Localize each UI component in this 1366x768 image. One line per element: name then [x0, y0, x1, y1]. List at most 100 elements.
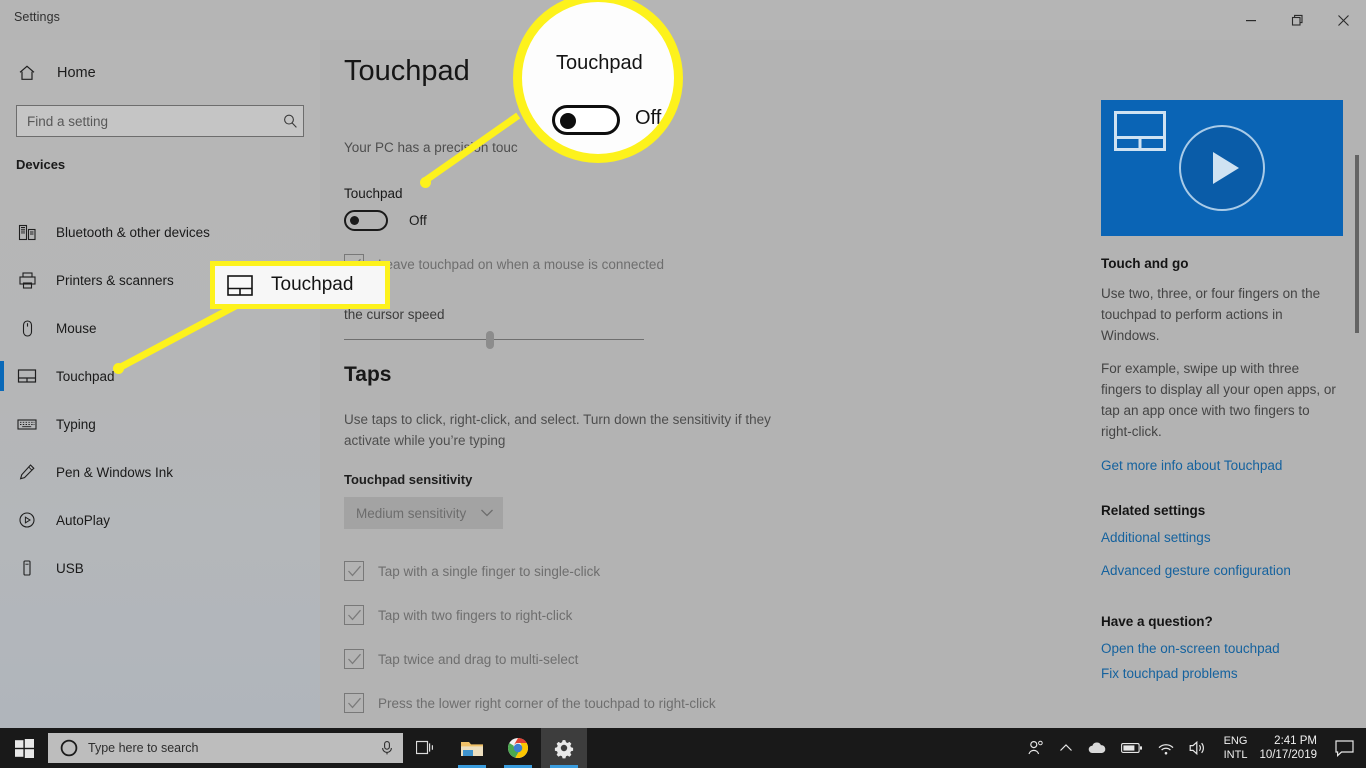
sidebar-item-home[interactable]: Home: [16, 60, 96, 86]
slider-thumb[interactable]: [486, 331, 494, 349]
sidebar-item-pen-windows-ink[interactable]: Pen & Windows Ink: [0, 448, 320, 496]
printer-icon: [16, 269, 38, 291]
sidebar-item-label: Bluetooth & other devices: [56, 225, 210, 240]
taskbar-app-chrome[interactable]: [495, 728, 541, 768]
checkbox[interactable]: [344, 561, 364, 581]
press-lower-right-checkbox-row[interactable]: Press the lower right corner of the touc…: [344, 693, 716, 713]
action-center-icon[interactable]: [1329, 728, 1366, 768]
touchpad-toggle-row: Off: [344, 210, 427, 231]
checkbox[interactable]: [344, 693, 364, 713]
sidebar: Home Devices: [0, 40, 320, 728]
maximize-button[interactable]: [1274, 0, 1320, 40]
annotation-anchor-dot-sidebar: [113, 363, 124, 374]
sidebar-item-label: Mouse: [56, 321, 97, 336]
chevron-up-icon[interactable]: [1052, 728, 1080, 768]
language-line-2: INTL: [1224, 748, 1248, 762]
sidebar-item-label: Pen & Windows Ink: [56, 465, 173, 480]
play-icon[interactable]: [1179, 125, 1265, 211]
tap-two-fingers-checkbox-row[interactable]: Tap with two fingers to right-click: [344, 605, 572, 625]
page-title: Touchpad: [344, 55, 470, 88]
vertical-scrollbar[interactable]: [1355, 155, 1359, 333]
clock[interactable]: 2:41 PM 10/17/2019: [1257, 734, 1329, 762]
taskbar-app-settings[interactable]: [541, 728, 587, 768]
link-get-more-info[interactable]: Get more info about Touchpad: [1101, 458, 1343, 473]
taskbar: Type here to search: [0, 728, 1366, 768]
microphone-icon[interactable]: [379, 740, 395, 756]
touchpad-toggle-label: Touchpad: [344, 186, 403, 201]
window-title: Settings: [14, 10, 60, 24]
have-a-question-heading: Have a question?: [1101, 614, 1343, 629]
usb-icon: [16, 557, 38, 579]
checkbox[interactable]: [344, 649, 364, 669]
search-box[interactable]: [16, 105, 304, 137]
sidebar-item-label: Typing: [56, 417, 96, 432]
window-controls: [1228, 0, 1366, 40]
touchpad-sensitivity-select[interactable]: Medium sensitivity: [344, 497, 503, 529]
minimize-button[interactable]: [1228, 0, 1274, 40]
taskbar-search-placeholder: Type here to search: [88, 741, 369, 755]
cursor-speed-label: the cursor speed: [344, 307, 445, 322]
pen-icon: [16, 461, 38, 483]
sidebar-item-bluetooth-other-devices[interactable]: Bluetooth & other devices: [0, 208, 320, 256]
taps-description: Use taps to click, right-click, and sele…: [344, 409, 814, 451]
speaker-icon[interactable]: [1182, 728, 1214, 768]
checkbox[interactable]: [344, 605, 364, 625]
taskbar-search[interactable]: Type here to search: [48, 733, 403, 763]
leave-touchpad-on-checkbox-row[interactable]: Leave touchpad on when a mouse is connec…: [344, 254, 664, 274]
touchpad-icon: [16, 365, 38, 387]
main-content: Touchpad Your PC has a precision touc To…: [320, 40, 1366, 728]
tap-single-finger-checkbox-row[interactable]: Tap with a single finger to single-click: [344, 561, 600, 581]
checkbox-label: Press the lower right corner of the touc…: [378, 696, 716, 711]
search-input[interactable]: [17, 114, 277, 129]
slider-track: [344, 339, 644, 340]
taskbar-app-file-explorer[interactable]: [449, 728, 495, 768]
sidebar-item-autoplay[interactable]: AutoPlay: [0, 496, 320, 544]
sidebar-item-typing[interactable]: Typing: [0, 400, 320, 448]
link-additional-settings[interactable]: Additional settings: [1101, 530, 1343, 545]
label-callout: Touchpad: [210, 261, 390, 309]
checkbox-label: Tap twice and drag to multi-select: [378, 652, 578, 667]
sidebar-item-usb[interactable]: USB: [0, 544, 320, 592]
cortana-circle-icon: [60, 739, 78, 757]
touchpad-toggle-state: Off: [409, 213, 427, 228]
sidebar-item-label: USB: [56, 561, 84, 576]
home-icon: [16, 62, 38, 84]
touchpad-sensitivity-value: Medium sensitivity: [356, 506, 466, 521]
touchpad-video-thumbnail[interactable]: [1101, 100, 1343, 236]
battery-icon[interactable]: [1114, 728, 1150, 768]
link-open-on-screen-touchpad[interactable]: Open the on-screen touchpad: [1101, 641, 1343, 656]
bluetooth-devices-icon: [16, 221, 38, 243]
start-button[interactable]: [0, 728, 48, 768]
language-indicator[interactable]: ENG INTL: [1214, 734, 1258, 762]
related-settings-heading: Related settings: [1101, 503, 1343, 518]
sidebar-item-mouse[interactable]: Mouse: [0, 304, 320, 352]
magnifier-toggle: [552, 105, 620, 135]
rail-heading: Touch and go: [1101, 256, 1343, 271]
search-icon: [277, 113, 303, 130]
autoplay-icon: [16, 509, 38, 531]
right-rail: Touch and go Use two, three, or four fin…: [1101, 100, 1343, 681]
rail-paragraph-2: For example, swipe up with three fingers…: [1101, 358, 1343, 442]
magnifier-toggle-state: Off: [635, 107, 661, 130]
keyboard-icon: [16, 413, 38, 435]
sidebar-item-label: AutoPlay: [56, 513, 110, 528]
link-fix-touchpad-problems[interactable]: Fix touchpad problems: [1101, 666, 1343, 681]
wifi-icon[interactable]: [1150, 728, 1182, 768]
magnifier-title: Touchpad: [556, 52, 643, 75]
settings-window: Settings: [0, 0, 1366, 768]
magnifier-toggle-knob: [560, 113, 576, 129]
sidebar-item-touchpad[interactable]: Touchpad: [0, 352, 320, 400]
sidebar-item-label: Touchpad: [56, 369, 115, 384]
cloud-icon[interactable]: [1080, 728, 1114, 768]
people-icon[interactable]: [1020, 728, 1052, 768]
touchpad-toggle[interactable]: [344, 210, 388, 231]
close-button[interactable]: [1320, 0, 1366, 40]
link-advanced-gesture-configuration[interactable]: Advanced gesture configuration: [1101, 563, 1343, 578]
title-bar: Settings: [0, 0, 1366, 40]
cursor-speed-slider[interactable]: [344, 330, 644, 350]
sidebar-item-label: Printers & scanners: [56, 273, 174, 288]
task-view-button[interactable]: [403, 728, 449, 768]
language-line-1: ENG: [1224, 734, 1248, 748]
tap-twice-drag-checkbox-row[interactable]: Tap twice and drag to multi-select: [344, 649, 578, 669]
touchpad-icon: [227, 275, 253, 296]
